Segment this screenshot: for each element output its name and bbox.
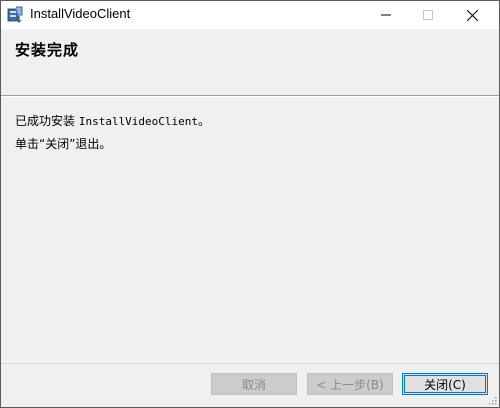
minimize-button[interactable] — [365, 1, 407, 29]
maximize-button — [407, 1, 449, 29]
title-bar[interactable]: InstallVideoClient — [1, 1, 499, 29]
success-message-app-name: InstallVideoClient — [78, 115, 199, 128]
window-title: InstallVideoClient — [30, 6, 131, 21]
close-icon — [466, 9, 478, 21]
footer-divider — [1, 363, 499, 364]
header-divider — [1, 95, 499, 97]
close-button[interactable]: 关闭(C) — [402, 373, 488, 395]
maximize-icon — [423, 10, 433, 20]
installer-app-icon — [7, 6, 23, 23]
success-message-suffix: 。 — [198, 114, 211, 128]
success-message-prefix: 已成功安装 — [15, 114, 79, 128]
cancel-button: 取消 — [211, 373, 297, 395]
back-button: < 上一步(B) — [307, 373, 393, 395]
resize-grip-icon[interactable] — [487, 395, 497, 405]
page-title: 安装完成 — [15, 41, 80, 59]
installer-window: InstallVideoClient 安装完成 已成功安装 InstallVid… — [0, 0, 500, 408]
success-message: 已成功安装 InstallVideoClient。 — [15, 112, 210, 129]
exit-instruction: 单击“关闭”退出。 — [15, 137, 112, 151]
close-window-button[interactable] — [451, 1, 493, 29]
minimize-icon — [381, 14, 391, 16]
